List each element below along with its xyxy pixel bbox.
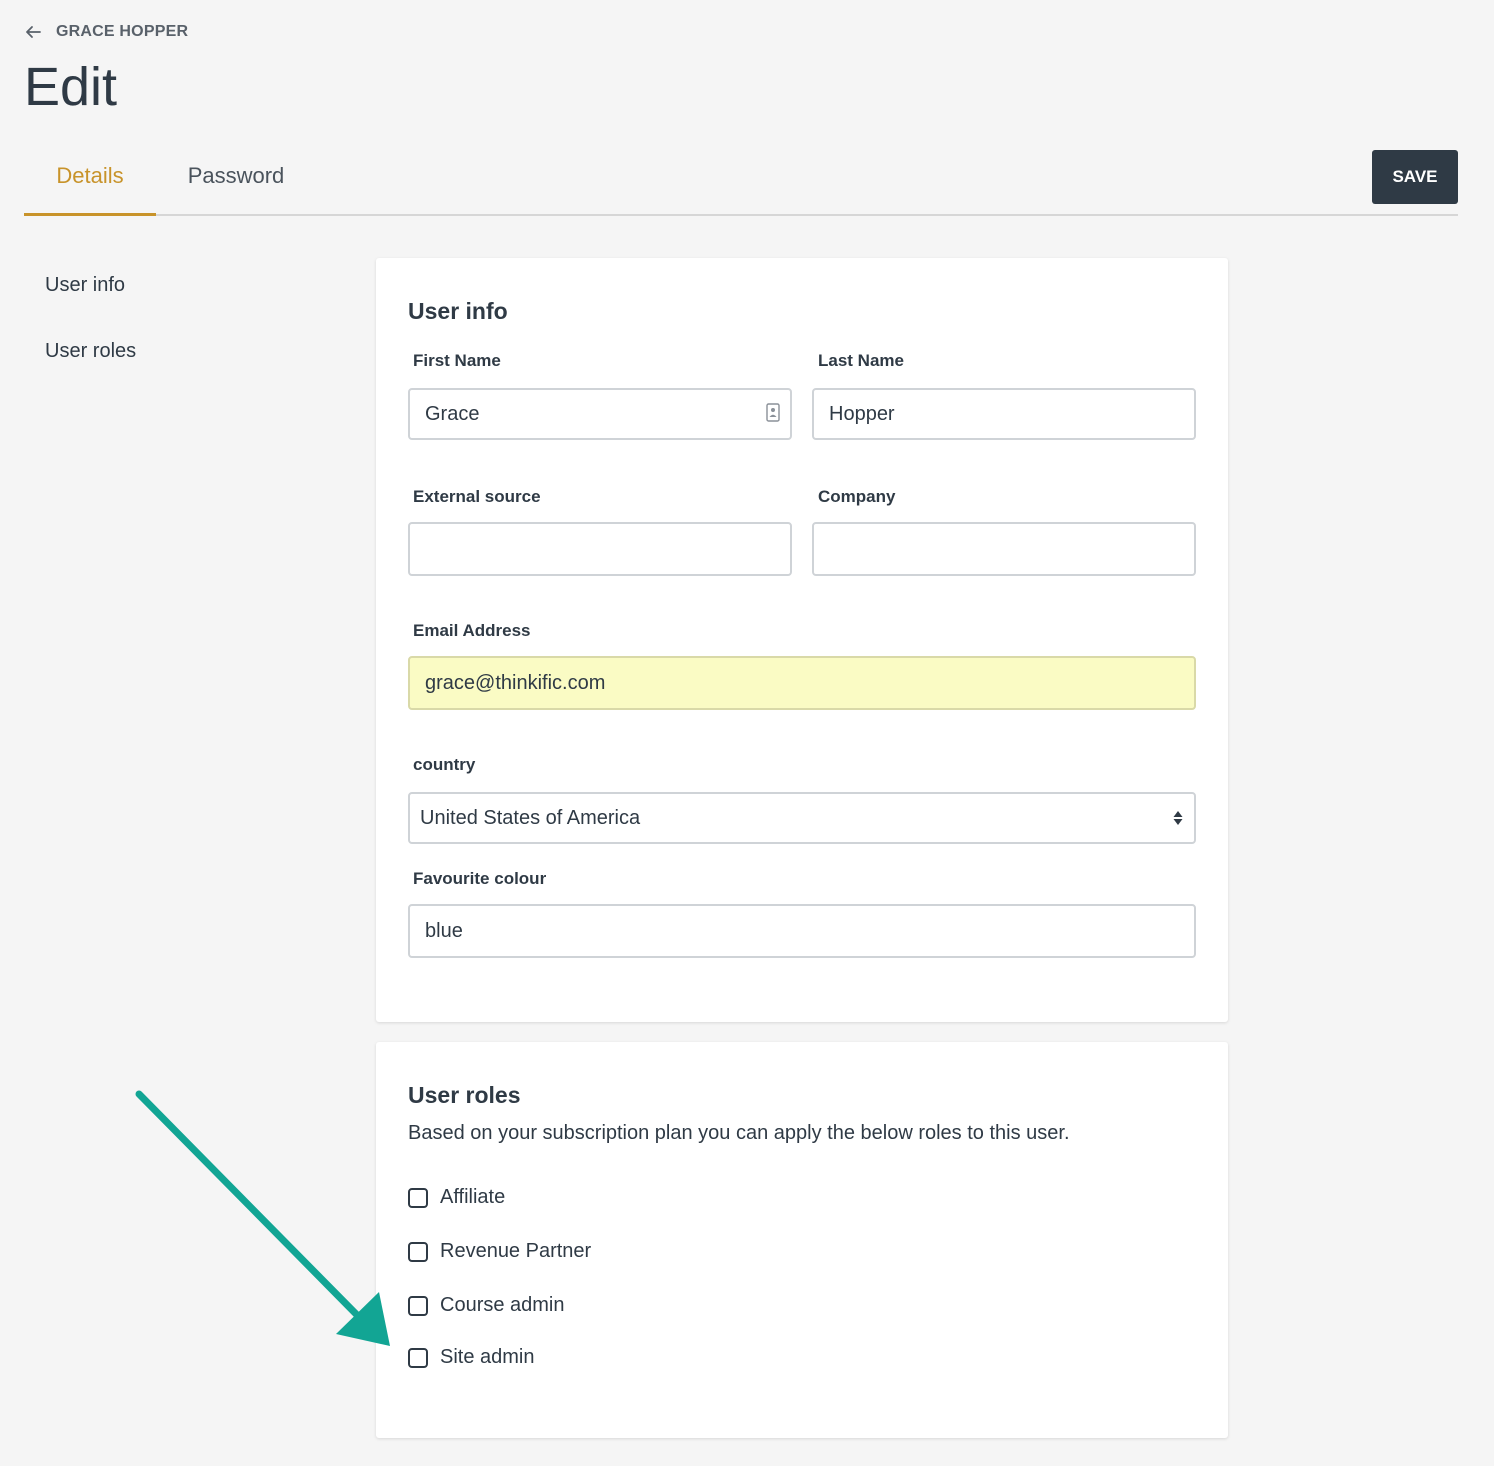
user-roles-title: User roles (408, 1082, 521, 1108)
affiliate-checkbox[interactable] (408, 1187, 428, 1208)
user-info-card: User info First Name Last Name External … (376, 258, 1228, 1022)
side-nav-item-user-info[interactable]: User info (45, 270, 136, 336)
country-label: country (413, 755, 476, 774)
user-roles-description: Based on your subscription plan you can … (408, 1122, 1070, 1144)
side-nav-item-user-roles[interactable]: User roles (45, 336, 136, 402)
tab-details[interactable]: Details (24, 150, 156, 216)
back-link-label: GRACE HOPPER (56, 23, 189, 40)
user-roles-card: User roles Based on your subscription pl… (376, 1042, 1228, 1438)
favourite-colour-label: Favourite colour (413, 869, 547, 888)
role-course-admin[interactable]: Course admin (408, 1294, 565, 1317)
page-title: Edit (24, 57, 118, 117)
last-name-input[interactable] (812, 388, 1196, 440)
email-label: Email Address (413, 621, 531, 640)
country-selected-value: United States of America (420, 806, 641, 829)
role-label: Affiliate (440, 1186, 506, 1208)
role-label: Revenue Partner (440, 1240, 592, 1262)
role-site-admin[interactable]: Site admin (408, 1346, 535, 1369)
role-label: Site admin (440, 1346, 535, 1368)
role-affiliate[interactable]: Affiliate (408, 1186, 505, 1209)
first-name-input[interactable] (408, 388, 792, 440)
tab-bar: Details Password (24, 150, 1458, 216)
arrow-left-icon (26, 26, 41, 38)
company-label: Company (818, 487, 896, 506)
role-revenue-partner[interactable]: Revenue Partner (408, 1240, 591, 1263)
external-source-input[interactable] (408, 522, 792, 576)
back-link[interactable]: GRACE HOPPER (24, 22, 188, 42)
select-arrows-icon (1173, 811, 1183, 825)
user-info-title: User info (408, 298, 508, 324)
site-admin-checkbox[interactable] (408, 1347, 428, 1368)
revenue-partner-checkbox[interactable] (408, 1241, 428, 1262)
favourite-colour-input[interactable] (408, 904, 1196, 958)
save-button[interactable]: SAVE (1372, 150, 1458, 204)
last-name-label: Last Name (818, 351, 904, 370)
email-input[interactable] (408, 656, 1196, 710)
first-name-wrapper (408, 388, 792, 440)
tab-password[interactable]: Password (174, 150, 298, 216)
role-label: Course admin (440, 1294, 565, 1316)
external-source-label: External source (413, 487, 541, 506)
course-admin-checkbox[interactable] (408, 1295, 428, 1316)
company-input[interactable] (812, 522, 1196, 576)
country-select[interactable]: United States of America (408, 792, 1196, 844)
first-name-label: First Name (413, 351, 501, 370)
side-nav: User info User roles (45, 270, 136, 402)
contact-card-icon[interactable] (766, 403, 780, 422)
